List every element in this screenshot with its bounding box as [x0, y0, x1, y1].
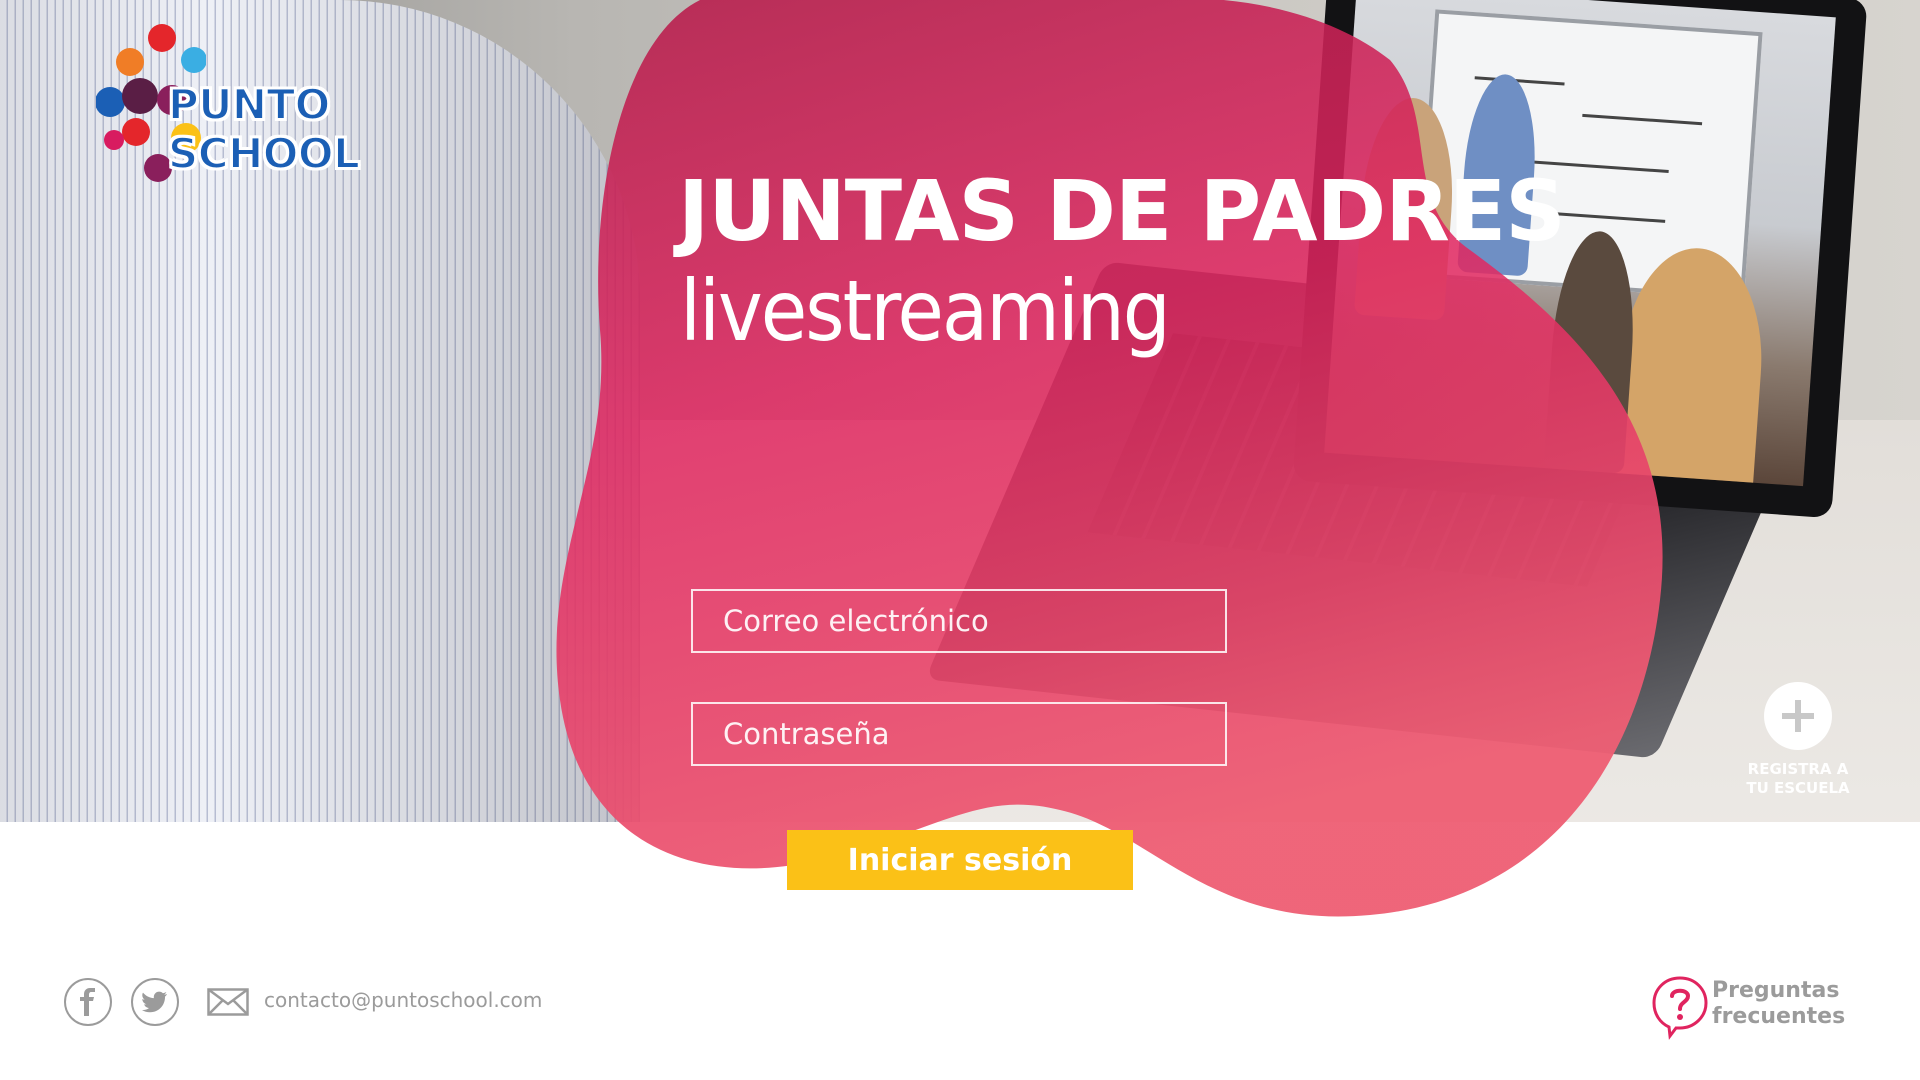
email-field[interactable] — [691, 589, 1227, 653]
plus-icon — [1764, 682, 1832, 750]
register-school-label: REGISTRA A TU ESCUELA — [1746, 760, 1850, 797]
register-school-button[interactable]: REGISTRA A TU ESCUELA — [1740, 682, 1856, 798]
password-field[interactable] — [691, 702, 1227, 766]
contact-email-link[interactable]: contacto@puntoschool.com — [264, 988, 542, 1012]
question-bubble-icon — [1652, 976, 1708, 1040]
page-subtitle: livestreaming — [680, 262, 1171, 360]
login-button[interactable]: Iniciar sesión — [787, 830, 1133, 890]
twitter-icon — [142, 991, 167, 1013]
login-page: PUNTO SCHOOL JUNTAS DE PADRES livestream… — [0, 0, 1920, 1080]
faq-link[interactable]: Preguntas frecuentes — [1650, 974, 1870, 1044]
punto-school-logo[interactable]: PUNTO SCHOOL — [96, 20, 526, 190]
faq-label: Preguntas frecuentes — [1712, 978, 1846, 1029]
facebook-link[interactable] — [64, 978, 112, 1026]
facebook-icon — [80, 988, 95, 1016]
logo-wordmark: PUNTO SCHOOL — [167, 79, 361, 179]
page-title: JUNTAS DE PADRES — [678, 162, 1566, 260]
mail-icon — [207, 988, 249, 1016]
twitter-link[interactable] — [131, 978, 179, 1026]
